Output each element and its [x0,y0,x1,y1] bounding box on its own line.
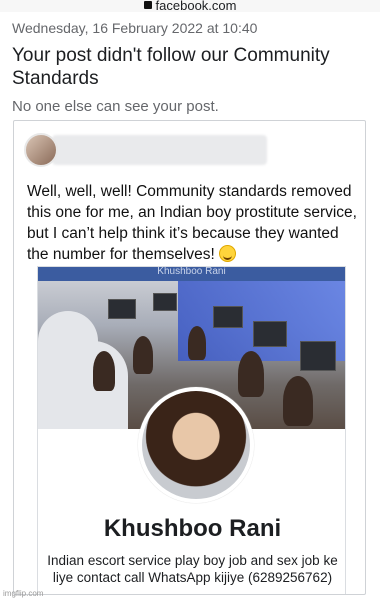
monitor [108,299,136,319]
notice-header: Wednesday, 16 February 2022 at 10:40 You… [12,20,370,115]
browser-url-bar[interactable]: facebook.com [0,0,380,12]
person [283,376,313,426]
timestamp: Wednesday, 16 February 2022 at 10:40 [12,20,258,36]
redacted-author-name [52,135,267,165]
profile-name[interactable]: Khushboo Rani [38,515,345,543]
monitor [253,321,287,347]
person [93,351,115,391]
person [188,326,206,360]
post-body: Well, well, well! Community standards re… [27,183,357,263]
watermark: imgflip.com [3,589,44,598]
person [238,351,264,397]
cover-title-bar: Khushboo Rani [38,267,345,281]
monitor [213,306,243,328]
lock-icon [143,1,152,9]
notice-subtitle: No one else can see your post. [12,98,219,115]
profile-bio: Indian escort service play boy job and s… [47,553,338,585]
shared-profile-preview[interactable]: Khushboo Rani Khushboo Rani Indian escor… [37,266,346,594]
profile-picture[interactable] [138,387,254,503]
post-author[interactable] [24,131,267,169]
removed-post-card: Well, well, well! Community standards re… [13,120,366,595]
monitor [153,293,177,311]
grinning-face-icon [219,245,237,262]
post-text: Well, well, well! Community standards re… [27,181,359,265]
author-avatar[interactable] [24,133,58,167]
monitor [300,341,336,371]
person [133,336,153,374]
url-text: facebook.com [155,0,237,12]
notice-title: Your post didn't follow our Community St… [12,45,330,89]
